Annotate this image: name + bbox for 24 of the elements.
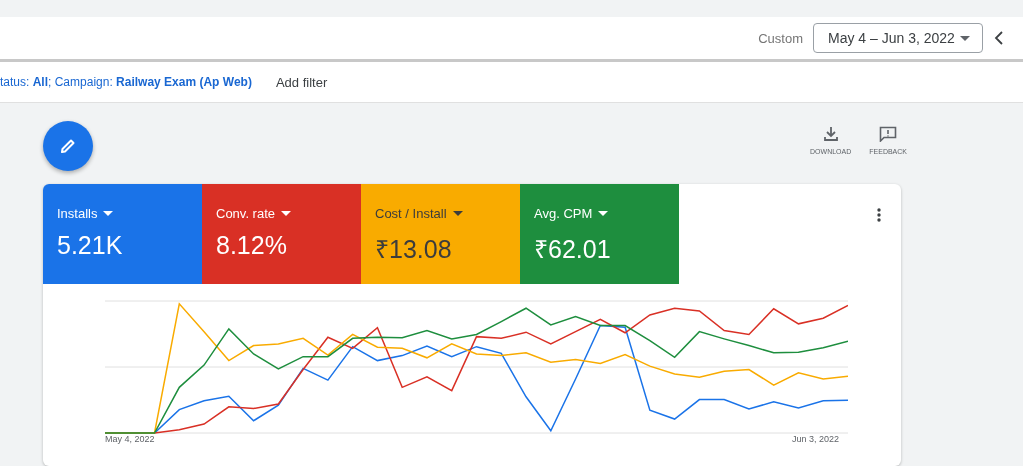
x-axis-end-label: Jun 3, 2022 — [791, 434, 839, 444]
metric-value: ₹13.08 — [375, 234, 453, 265]
metric-selector[interactable]: Cost / Install — [375, 206, 463, 221]
add-filter-button[interactable]: Add filter — [275, 74, 328, 90]
metric-tile[interactable]: Avg. CPM ₹62.01 — [520, 184, 679, 284]
date-range-label: Custom — [758, 30, 803, 46]
metric-selector[interactable]: Installs — [57, 206, 114, 221]
edit-button[interactable] — [43, 121, 93, 171]
metric-value: 8.12% — [216, 231, 288, 260]
metric-value: ₹62.01 — [534, 234, 612, 265]
metric-value: 5.21K — [57, 231, 124, 260]
more-options-icon[interactable] — [877, 208, 881, 222]
metric-tile[interactable]: Cost / Install ₹13.08 — [361, 184, 520, 284]
x-axis-start-label: May 4, 2022 — [105, 434, 155, 444]
metric-tile[interactable]: Installs 5.21K — [43, 184, 202, 284]
download-icon — [822, 126, 839, 142]
back-chevron-icon[interactable] — [993, 30, 1005, 46]
pencil-icon — [59, 137, 77, 155]
metric-tile[interactable]: Conv. rate 8.12% — [202, 184, 361, 284]
date-range-dropdown[interactable]: May 4 – Jun 3, 2022 — [813, 23, 983, 53]
metric-selector[interactable]: Conv. rate — [216, 206, 291, 221]
feedback-icon — [879, 126, 898, 142]
filter-summary: tatus: All; Campaign: Railway Exam (Ap Web) — [0, 75, 252, 89]
metric-selector[interactable]: Avg. CPM — [534, 206, 609, 221]
